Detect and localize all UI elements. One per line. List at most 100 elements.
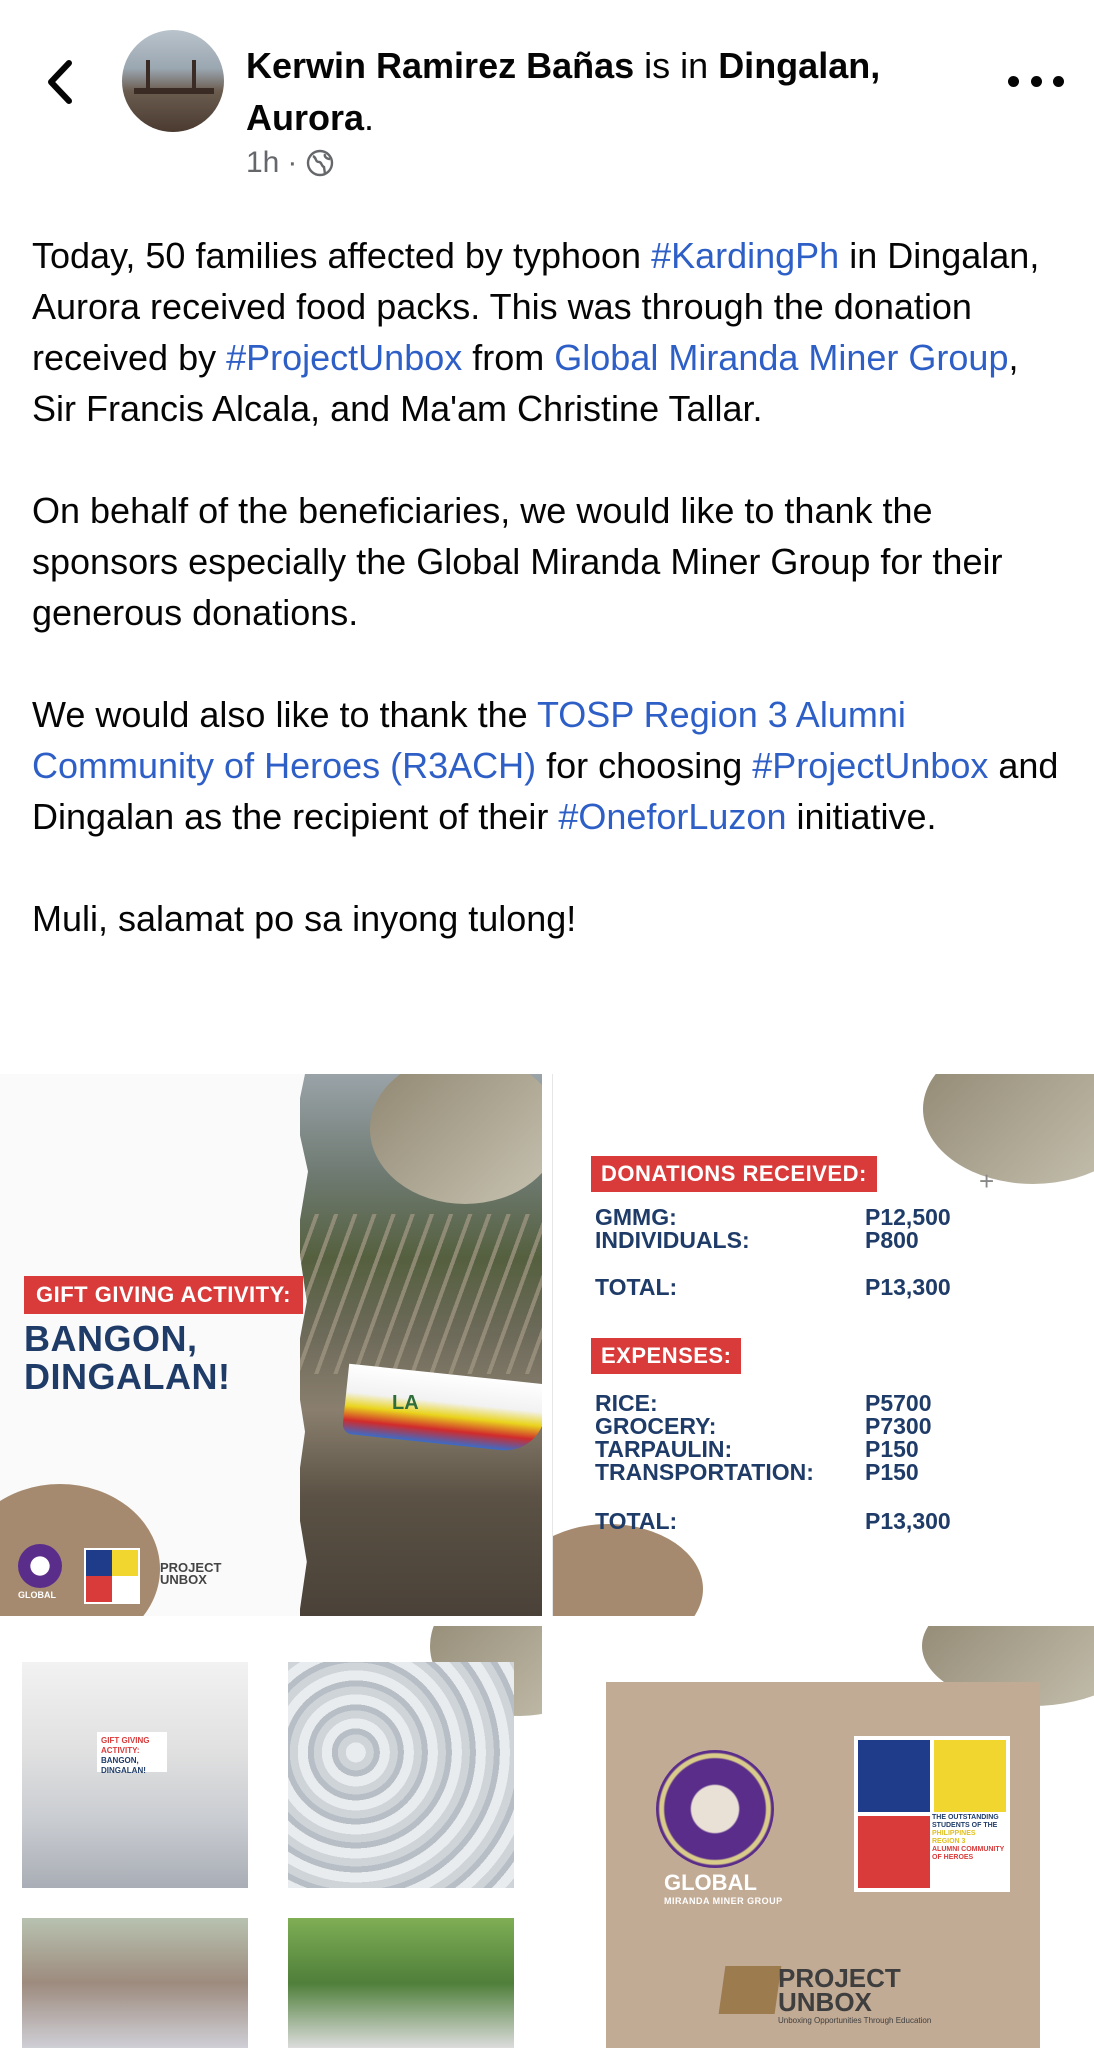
photo-tile-food-packs[interactable]: GIFT GIVING ACTIVITY: BANGON, DINGALAN! — [0, 1626, 542, 2048]
more-horizontal-icon — [1030, 75, 1042, 87]
more-horizontal-icon — [1053, 75, 1064, 87]
row-amount: P150 — [865, 1436, 919, 1462]
donations-received-badge: DONATIONS RECEIVED: — [591, 1156, 877, 1192]
text: initiative. — [786, 796, 937, 837]
plus-icon: + — [979, 1166, 995, 1196]
sign-text: DINGALAN! — [101, 1766, 146, 1775]
more-options-button[interactable] — [1008, 66, 1064, 96]
tosp-r3ach-logo: THE OUTSTANDING STUDENTS OF THE PHILIPPI… — [854, 1736, 1010, 1892]
post-paragraph-4: Muli, salamat po sa inyong tulong! — [32, 898, 577, 939]
distribution-photo — [22, 1918, 248, 2048]
post-title: Kerwin Ramirez Bañas is in Dingalan, Aur… — [246, 40, 946, 144]
row-label: INDIVIDUALS: — [595, 1227, 750, 1253]
title-period: . — [364, 97, 375, 138]
food-packs-photo: GIFT GIVING ACTIVITY: BANGON, DINGALAN! — [22, 1662, 248, 1888]
global-logo — [18, 1544, 62, 1588]
expense-total-row: TOTAL: P13,300 — [595, 1510, 995, 1533]
tosp-quadrant — [934, 1740, 1006, 1812]
bangon-dingalan-sign: GIFT GIVING ACTIVITY: BANGON, DINGALAN! — [97, 1732, 167, 1775]
expense-row: TRANSPORTATION: P150 — [595, 1461, 995, 1484]
global-miranda-logo — [656, 1750, 774, 1868]
headline-line: BANGON, — [24, 1318, 198, 1359]
project-unbox-logo: PROJECT UNBOX — [160, 1561, 221, 1587]
avatar[interactable] — [122, 30, 224, 132]
text: We would also like to thank the — [32, 694, 537, 735]
donation-total-row: TOTAL: P13,300 — [595, 1276, 995, 1299]
photo-tile-sponsor-logos[interactable]: GLOBAL MIRANDA MINER GROUP THE OUTSTANDI… — [552, 1626, 1094, 2048]
logo-text-line: PHILIPPINES — [932, 1830, 976, 1837]
avatar-photo-detail — [192, 60, 196, 90]
meta-separator: · — [287, 146, 298, 179]
headline-line: DINGALAN! — [24, 1356, 231, 1397]
row-amount: P7300 — [865, 1413, 932, 1439]
debris-detail — [300, 1214, 542, 1374]
expense-row: TARPAULIN: P150 — [595, 1438, 995, 1461]
author-name[interactable]: Kerwin Ramirez Bañas — [246, 45, 634, 86]
expense-row: RICE: P5700 — [595, 1392, 995, 1415]
hashtag-projectunbox[interactable]: #ProjectUnbox — [752, 745, 988, 786]
post-paragraph-1: Today, 50 families affected by typhoon #… — [32, 230, 1072, 434]
row-amount: P13,300 — [865, 1274, 951, 1300]
text: for choosing — [536, 745, 753, 786]
post-paragraph-2: On behalf of the beneficiaries, we would… — [32, 490, 1003, 633]
photo-tile-gift-giving[interactable]: LA GIFT GIVING ACTIVITY: BANGON, DINGALA… — [0, 1074, 542, 1616]
post-meta: 1h · — [246, 146, 335, 180]
row-label: TRANSPORTATION: — [595, 1459, 814, 1485]
row-amount: P12,500 — [865, 1204, 951, 1230]
donation-row: INDIVIDUALS: P800 — [595, 1229, 995, 1252]
hashtag-oneforluzon[interactable]: #OneforLuzon — [558, 796, 786, 837]
expenses-badge: EXPENSES: — [591, 1338, 742, 1374]
global-logo-text: GLOBAL — [664, 1870, 757, 1895]
sign-text: GIFT GIVING ACTIVITY: — [101, 1736, 150, 1755]
link-global-miranda-miner-group[interactable]: Global Miranda Miner Group — [554, 337, 1008, 378]
photo-tile-donations[interactable]: + DONATIONS RECEIVED: GMMG: P12,500 INDIV… — [552, 1074, 1094, 1616]
expense-row: GROCERY: P7300 — [595, 1415, 995, 1438]
gift-giving-badge: GIFT GIVING ACTIVITY: — [24, 1276, 303, 1314]
back-button[interactable] — [36, 52, 84, 112]
text: from — [462, 337, 555, 378]
project-unbox-logo: PROJECT UNBOX — [778, 1965, 901, 2015]
tosp-quadrant — [86, 1576, 112, 1602]
timestamp[interactable]: 1h — [246, 146, 279, 180]
post-body: Today, 50 families affected by typhoon #… — [32, 230, 1072, 944]
bangon-dingalan-headline: BANGON, DINGALAN! — [24, 1320, 230, 1396]
photo-grid: LA GIFT GIVING ACTIVITY: BANGON, DINGALA… — [0, 1074, 1094, 2048]
logo-text-line: REGION 3 — [932, 1838, 966, 1845]
logo-text-line: THE OUTSTANDING — [932, 1814, 999, 1821]
boat-text: LA — [392, 1392, 419, 1414]
more-horizontal-icon — [1008, 75, 1019, 87]
row-amount: P13,300 — [865, 1508, 951, 1534]
logo-text-line: OF HEROES — [932, 1854, 974, 1861]
post-header: Kerwin Ramirez Bañas is in Dingalan, Aur… — [0, 0, 1094, 200]
hashtag-kardingph[interactable]: #KardingPh — [651, 235, 839, 276]
text: Today, 50 families affected by typhoon — [32, 235, 652, 276]
project-unbox-tagline: Unboxing Opportunities Through Education — [778, 2016, 932, 2025]
food-packs-photo — [288, 1662, 514, 1888]
is-in-text: is in — [634, 45, 719, 86]
decorative-blob — [553, 1524, 703, 1616]
globe-icon — [307, 149, 334, 177]
box-icon — [718, 1966, 782, 2014]
post-paragraph-3: We would also like to thank the TOSP Reg… — [32, 689, 1072, 842]
decorative-blob — [923, 1074, 1094, 1184]
tosp-quadrant — [112, 1576, 138, 1602]
row-amount: P150 — [865, 1459, 919, 1485]
tosp-quadrant — [858, 1816, 930, 1888]
logo-text-line: ALUMNI COMMUNITY — [932, 1846, 1005, 1853]
logo-text: UNBOX — [160, 1572, 207, 1587]
row-label: TOTAL: — [595, 1508, 678, 1534]
global-logo-subtext: MIRANDA MINER GROUP — [664, 1896, 783, 1906]
donation-row: GMMG: P12,500 — [595, 1206, 995, 1229]
avatar-photo-detail — [146, 60, 150, 90]
row-amount: P800 — [865, 1227, 919, 1253]
tosp-logo — [84, 1548, 140, 1604]
global-logo-text: GLOBAL — [18, 1590, 56, 1600]
row-label: TOTAL: — [595, 1274, 678, 1300]
hashtag-projectunbox[interactable]: #ProjectUnbox — [226, 337, 462, 378]
tosp-quadrant — [86, 1550, 112, 1576]
row-amount: P5700 — [865, 1390, 932, 1416]
logo-text-line: STUDENTS OF THE — [932, 1822, 998, 1829]
tosp-quadrant — [112, 1550, 138, 1576]
tosp-logo-text: THE OUTSTANDING STUDENTS OF THE PHILIPPI… — [932, 1814, 1006, 1862]
distribution-photo — [288, 1918, 514, 2048]
